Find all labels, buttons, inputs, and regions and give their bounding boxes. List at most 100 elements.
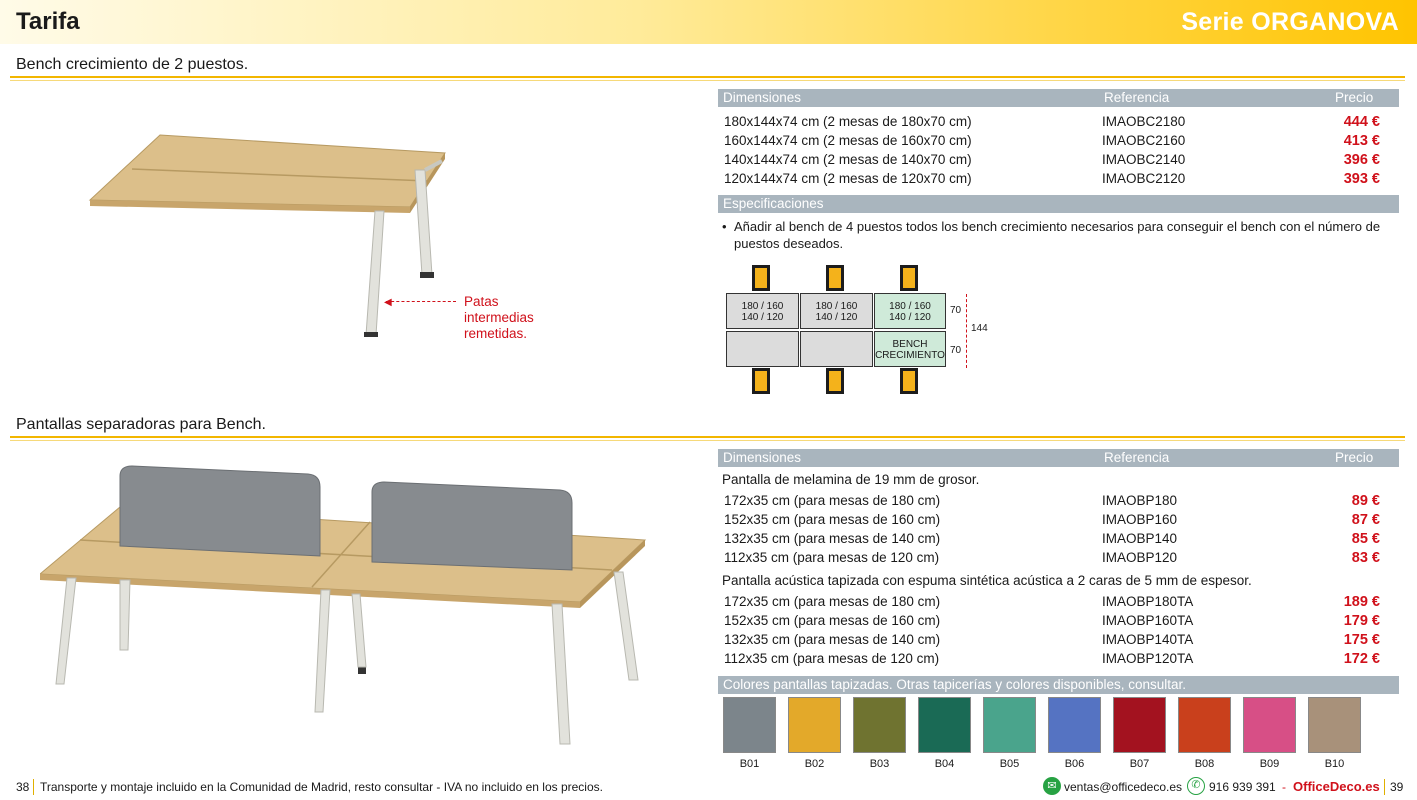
swatch-label: B04 — [934, 758, 955, 770]
section-divider — [10, 436, 1405, 438]
row-price: 189 € — [1343, 594, 1380, 610]
desk-leg — [826, 368, 844, 394]
swatch-label: B08 — [1194, 758, 1215, 770]
footer-phone[interactable]: 916 939 391 — [1209, 780, 1276, 794]
swatch-label: B10 — [1324, 758, 1345, 770]
footer: 38 Transporte y montaje incluido en la C… — [0, 775, 1417, 800]
cell-line: 180 / 160 — [741, 301, 784, 312]
callout-line: intermedias — [464, 310, 534, 325]
phone-icon: ✆ — [1187, 777, 1205, 795]
footer-note: Transporte y montaje incluido en la Comu… — [40, 780, 603, 794]
table-row: 160x144x74 cm (2 mesas de 160x70 cm) IMA… — [724, 133, 1380, 152]
row-dimension: 172x35 cm (para mesas de 180 cm) — [724, 594, 941, 609]
row-reference: IMAOBP120TA — [1102, 651, 1194, 666]
screens-table-header: Dimensiones Referencia Precio — [718, 449, 1399, 467]
row-price: 175 € — [1343, 632, 1380, 648]
footer-divider — [1384, 779, 1385, 795]
row-reference: IMAOBC2120 — [1102, 171, 1186, 186]
row-price: 396 € — [1343, 152, 1380, 168]
row-dimension: 132x35 cm (para mesas de 140 cm) — [724, 531, 941, 546]
callout-text: Patas intermedias remetidas. — [464, 294, 534, 342]
row-price: 179 € — [1343, 613, 1380, 629]
swatch-label: B01 — [739, 758, 760, 770]
cell-line: 140 / 120 — [889, 312, 931, 323]
row-dimension: 180x144x74 cm (2 mesas de 180x70 cm) — [724, 114, 972, 129]
row-reference: IMAOBP180 — [1102, 493, 1178, 508]
bench-section-title: Bench crecimiento de 2 puestos. — [16, 56, 249, 73]
col-dimensiones: Dimensiones — [723, 450, 802, 465]
row-reference: IMAOBC2180 — [1102, 114, 1186, 129]
cell-line: 180 / 160 — [815, 301, 858, 312]
footer-separator: - — [1282, 780, 1286, 794]
desk-leg — [752, 265, 770, 291]
color-swatch-b07 — [1113, 697, 1166, 753]
table-row: 112x35 cm (para mesas de 120 cm) IMAOBP1… — [724, 651, 1380, 670]
desk-leg — [900, 368, 918, 394]
footer-brand[interactable]: OfficeDeco.es — [1293, 779, 1380, 794]
dim-label-144: 144 — [971, 323, 988, 334]
dim-label-70: 70 — [950, 345, 962, 356]
cell-line: 180 / 160 — [889, 301, 931, 312]
color-swatch-b01 — [723, 697, 776, 753]
swatch-label: B06 — [1064, 758, 1085, 770]
dim-line — [966, 294, 967, 368]
row-dimension: 160x144x74 cm (2 mesas de 160x70 cm) — [724, 133, 972, 148]
color-swatch-b06 — [1048, 697, 1101, 753]
color-swatch-b02 — [788, 697, 841, 753]
table-row: 180x144x74 cm (2 mesas de 180x70 cm) IMA… — [724, 114, 1380, 133]
col-referencia: Referencia — [1104, 450, 1170, 465]
row-reference: IMAOBP140TA — [1102, 632, 1194, 647]
row-reference: IMAOBC2160 — [1102, 133, 1186, 148]
callout-line: remetidas. — [464, 326, 528, 341]
row-price: 413 € — [1343, 133, 1380, 149]
row-dimension: 120x144x74 cm (2 mesas de 120x70 cm) — [724, 171, 972, 186]
row-reference: IMAOBP180TA — [1102, 594, 1194, 609]
row-dimension: 112x35 cm (para mesas de 120 cm) — [724, 550, 940, 565]
spec-text: Añadir al bench de 4 puestos todos los b… — [734, 219, 1381, 251]
row-reference: IMAOBP120 — [1102, 550, 1178, 565]
section-divider-thin — [10, 80, 1405, 81]
group-label-acustica: Pantalla acústica tapizada con espuma si… — [722, 573, 1252, 588]
table-row: 152x35 cm (para mesas de 160 cm) IMAOBP1… — [724, 512, 1380, 531]
col-referencia: Referencia — [1104, 90, 1170, 105]
page-number-left: 38 — [16, 780, 30, 794]
desk-leg — [752, 368, 770, 394]
header-bar: Tarifa Serie ORGANOVA — [0, 0, 1417, 44]
table-row: 132x35 cm (para mesas de 140 cm) IMAOBP1… — [724, 531, 1380, 550]
cell-line: BENCH — [892, 339, 928, 350]
row-dimension: 132x35 cm (para mesas de 140 cm) — [724, 632, 941, 647]
series-title: Serie ORGANOVA — [1181, 8, 1399, 36]
colors-header: Colores pantallas tapizadas. Otras tapic… — [718, 676, 1399, 694]
row-dimension: 152x35 cm (para mesas de 160 cm) — [724, 613, 941, 628]
row-price: 393 € — [1343, 171, 1380, 187]
screens-section-title: Pantallas separadoras para Bench. — [16, 416, 266, 433]
row-reference: IMAOBP160TA — [1102, 613, 1194, 628]
desk-cell: 180 / 160 140 / 120 — [726, 293, 799, 329]
screens-product-image — [40, 465, 647, 745]
row-dimension: 112x35 cm (para mesas de 120 cm) — [724, 651, 940, 666]
swatch-label: B07 — [1129, 758, 1150, 770]
color-swatch-b05 — [983, 697, 1036, 753]
swatch-label: B03 — [869, 758, 890, 770]
table-row: 172x35 cm (para mesas de 180 cm) IMAOBP1… — [724, 594, 1380, 613]
desk-cell-highlight: 180 / 160 140 / 120 — [874, 293, 946, 329]
footer-email[interactable]: ventas@officedeco.es — [1064, 780, 1182, 794]
row-dimension: 172x35 cm (para mesas de 180 cm) — [724, 493, 941, 508]
dim-label-70: 70 — [950, 305, 962, 316]
row-price: 89 € — [1351, 493, 1380, 509]
section-divider-thin — [10, 440, 1405, 441]
table-row: 140x144x74 cm (2 mesas de 140x70 cm) IMA… — [724, 152, 1380, 171]
section-divider — [10, 76, 1405, 78]
row-reference: IMAOBP160 — [1102, 512, 1178, 527]
swatch-label: B09 — [1259, 758, 1280, 770]
cell-line: 140 / 120 — [741, 312, 784, 323]
row-dimension: 152x35 cm (para mesas de 160 cm) — [724, 512, 941, 527]
bullet-dot: • — [722, 219, 727, 234]
page-title: Tarifa — [16, 8, 80, 35]
row-price: 172 € — [1343, 651, 1380, 667]
cell-line: 140 / 120 — [815, 312, 858, 323]
swatch-label: B02 — [804, 758, 825, 770]
row-price: 87 € — [1351, 512, 1380, 528]
specs-title: Especificaciones — [723, 196, 824, 211]
row-dimension: 140x144x74 cm (2 mesas de 140x70 cm) — [724, 152, 972, 167]
